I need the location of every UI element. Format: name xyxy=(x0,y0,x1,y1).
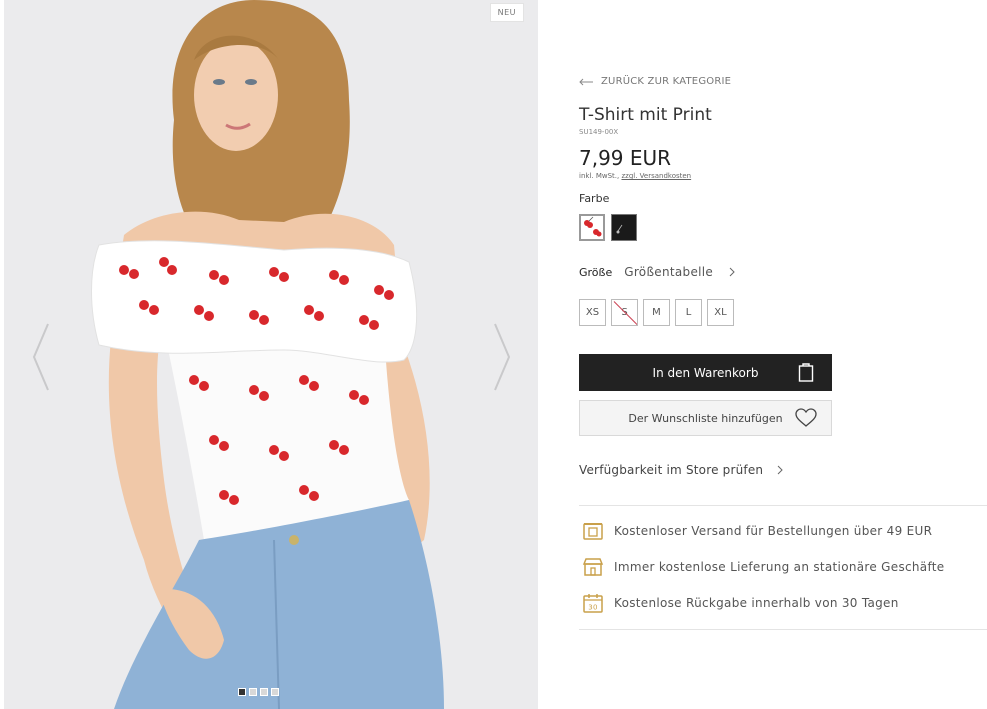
divider xyxy=(579,505,987,506)
chevron-right-icon xyxy=(777,465,783,475)
shipping-costs-link[interactable]: zzgl. Versandkosten xyxy=(621,172,691,180)
size-table-link[interactable]: Größentabelle xyxy=(624,265,713,279)
size-option-xl[interactable]: XL xyxy=(707,299,734,326)
size-option-xs[interactable]: XS xyxy=(579,299,606,326)
benefit-free-returns-text: Kostenlose Rückgabe innerhalb von 30 Tag… xyxy=(614,596,899,610)
benefit-store-delivery: Immer kostenlose Lieferung an stationäre… xyxy=(582,555,944,579)
cherry-pattern-icon xyxy=(584,216,602,237)
add-to-wishlist-label: Der Wunschliste hinzufügen xyxy=(628,411,783,425)
back-to-category-label: ZURÜCK ZUR KATEGORIE xyxy=(601,76,732,87)
product-sku: SU149-00X xyxy=(579,128,619,136)
product-gallery[interactable]: NEU xyxy=(4,0,538,709)
size-options: XS S M L XL xyxy=(579,299,734,326)
size-label: Größe xyxy=(579,265,613,279)
size-option-l[interactable]: L xyxy=(675,299,702,326)
color-label: Farbe xyxy=(579,192,610,205)
benefit-store-delivery-text: Immer kostenlose Lieferung an stationäre… xyxy=(614,560,945,574)
product-price: 7,99 EUR xyxy=(579,146,672,170)
add-to-cart-label: In den Warenkorb xyxy=(652,365,759,380)
gallery-dot-4[interactable] xyxy=(271,688,279,696)
divider xyxy=(579,629,987,630)
black-pattern-icon xyxy=(616,224,623,234)
product-title: T-Shirt mit Print xyxy=(579,105,712,125)
benefit-free-shipping: Kostenloser Versand für Bestellungen übe… xyxy=(582,519,944,543)
gallery-prev-arrow-icon[interactable] xyxy=(30,322,52,392)
heart-icon xyxy=(795,408,817,427)
svg-text:30: 30 xyxy=(588,604,598,612)
color-swatch-white-cherry[interactable] xyxy=(579,214,605,241)
tax-note: inkl. MwSt., zzgl. Versandkosten xyxy=(579,172,691,180)
store-icon xyxy=(582,558,604,576)
store-availability-label: Verfügbarkeit im Store prüfen xyxy=(579,463,764,477)
product-info: ZURÜCK ZUR KATEGORIE T-Shirt mit Print S… xyxy=(579,0,987,709)
gallery-next-arrow-icon[interactable] xyxy=(491,322,513,392)
badge-new: NEU xyxy=(489,3,524,22)
add-to-wishlist-button[interactable]: Der Wunschliste hinzufügen xyxy=(579,400,832,436)
gallery-dot-3[interactable] xyxy=(260,688,268,696)
shopping-bag-icon xyxy=(798,363,814,382)
product-photo xyxy=(4,0,538,709)
add-to-cart-button[interactable]: In den Warenkorb xyxy=(579,354,832,391)
calendar-30-icon: 30 xyxy=(583,594,603,613)
benefit-free-returns: 30 Kostenlose Rückgabe innerhalb von 30 … xyxy=(582,591,944,615)
size-row: Größe Größentabelle xyxy=(579,265,735,279)
store-availability-link[interactable]: Verfügbarkeit im Store prüfen xyxy=(579,463,783,477)
tax-note-text: inkl. MwSt., xyxy=(579,172,620,180)
gallery-pagination xyxy=(238,688,279,696)
color-swatch-black[interactable] xyxy=(611,214,637,241)
product-page: NEU ZURÜCK ZUR KATEGORIE T-Shirt mit Pri… xyxy=(0,0,987,709)
size-option-m[interactable]: M xyxy=(643,299,670,326)
size-option-s[interactable]: S xyxy=(611,299,638,326)
benefits-list: Kostenloser Versand für Bestellungen übe… xyxy=(582,519,944,627)
color-swatches xyxy=(579,214,637,241)
chevron-right-icon xyxy=(729,267,735,277)
gallery-dot-2[interactable] xyxy=(249,688,257,696)
back-to-category-link[interactable]: ZURÜCK ZUR KATEGORIE xyxy=(579,76,731,87)
benefit-free-shipping-text: Kostenloser Versand für Bestellungen übe… xyxy=(614,524,933,538)
arrow-left-icon xyxy=(579,78,593,85)
gallery-dot-1[interactable] xyxy=(238,688,246,696)
shipping-box-icon xyxy=(583,523,603,540)
